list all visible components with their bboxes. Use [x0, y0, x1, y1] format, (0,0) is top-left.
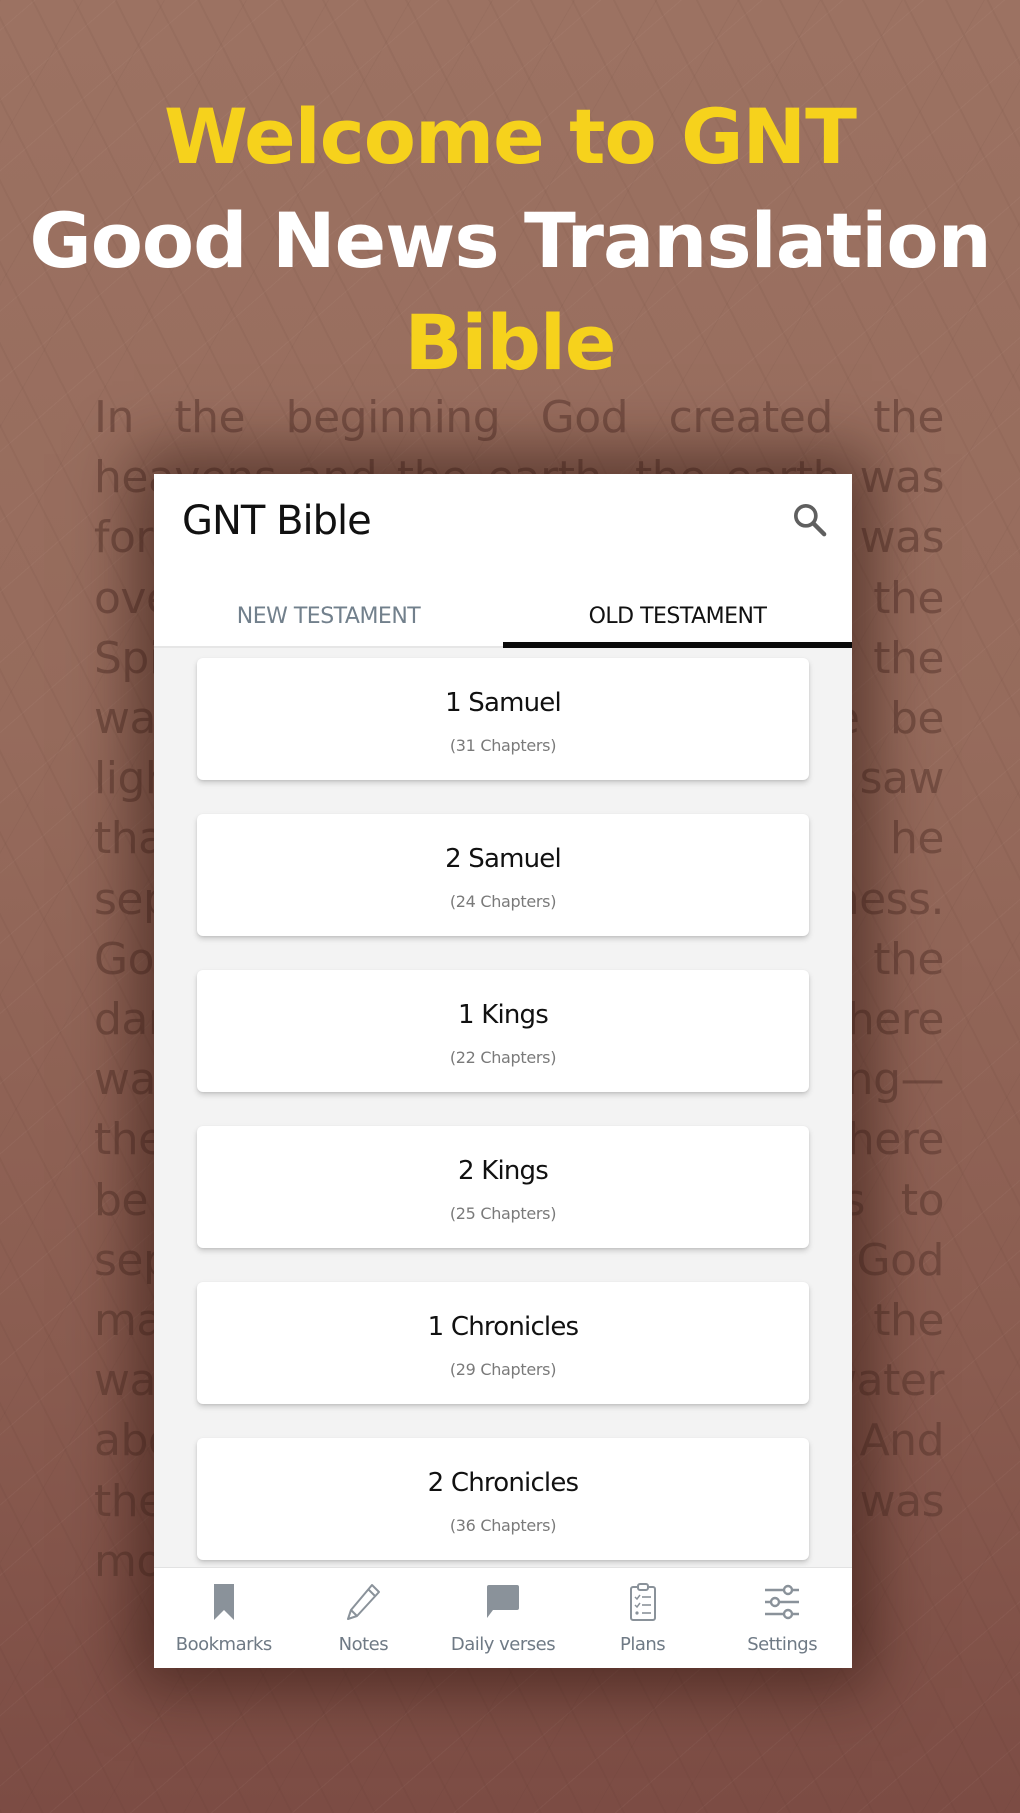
book-chapter-count: (31 Chapters) — [449, 736, 557, 755]
book-name: 2 Samuel — [445, 844, 562, 874]
pencil-icon — [347, 1584, 381, 1620]
search-icon — [794, 504, 827, 537]
book-chapter-count: (29 Chapters) — [449, 1360, 557, 1379]
book-card[interactable]: 1 Chronicles (29 Chapters) — [197, 1282, 809, 1404]
testament-tabs: NEW TESTAMENT OLD TESTAMENT — [154, 586, 852, 648]
book-card[interactable]: 2 Kings (25 Chapters) — [197, 1126, 809, 1248]
book-card[interactable]: 2 Samuel (24 Chapters) — [197, 814, 809, 936]
nav-label: Plans — [619, 1634, 666, 1655]
book-card[interactable]: 2 Chronicles (36 Chapters) — [197, 1438, 809, 1560]
nav-daily-verses[interactable]: Daily verses — [433, 1568, 573, 1668]
nav-label: Bookmarks — [175, 1634, 273, 1655]
book-name: 2 Chronicles — [427, 1468, 579, 1498]
tab-old-testament[interactable]: OLD TESTAMENT — [503, 586, 852, 648]
nav-label: Settings — [747, 1634, 818, 1655]
book-list[interactable]: 1 Samuel (31 Chapters) 2 Samuel (24 Chap… — [154, 648, 852, 1568]
app-title: GNT Bible — [182, 498, 372, 544]
bookmark-icon — [213, 1584, 234, 1620]
search-button[interactable] — [790, 500, 830, 540]
phone-screen: GNT Bible NEW TESTAMENT OLD TESTAMENT 1 … — [154, 474, 852, 1668]
book-chapter-count: (25 Chapters) — [449, 1204, 557, 1223]
book-chapter-count: (36 Chapters) — [449, 1516, 557, 1535]
book-name: 2 Kings — [457, 1156, 549, 1186]
promo-headline-welcome: Welcome to GNT — [163, 92, 857, 181]
book-chapter-count: (24 Chapters) — [449, 892, 557, 911]
bottom-navigation: Bookmarks Notes Daily verses Plans Setti… — [154, 1567, 852, 1668]
nav-bookmarks[interactable]: Bookmarks — [154, 1568, 294, 1668]
chat-bubble-icon — [486, 1585, 519, 1618]
nav-label: Notes — [338, 1634, 389, 1655]
app-bar: GNT Bible NEW TESTAMENT OLD TESTAMENT — [154, 474, 852, 648]
promo-headline-translation: Good News Translation — [29, 196, 991, 285]
nav-settings[interactable]: Settings — [712, 1568, 852, 1668]
nav-plans[interactable]: Plans — [573, 1568, 713, 1668]
book-chapter-count: (22 Chapters) — [449, 1048, 557, 1067]
clipboard-checklist-icon — [629, 1583, 656, 1621]
book-name: 1 Chronicles — [427, 1312, 579, 1342]
tab-new-testament[interactable]: NEW TESTAMENT — [154, 586, 503, 646]
sliders-icon — [765, 1584, 800, 1620]
promo-headline-bible: Bible — [404, 298, 617, 387]
book-card[interactable]: 1 Samuel (31 Chapters) — [197, 658, 809, 780]
nav-label: Daily verses — [450, 1634, 556, 1655]
book-name: 1 Samuel — [445, 688, 562, 718]
nav-notes[interactable]: Notes — [294, 1568, 434, 1668]
book-name: 1 Kings — [457, 1000, 549, 1030]
book-card[interactable]: 1 Kings (22 Chapters) — [197, 970, 809, 1092]
